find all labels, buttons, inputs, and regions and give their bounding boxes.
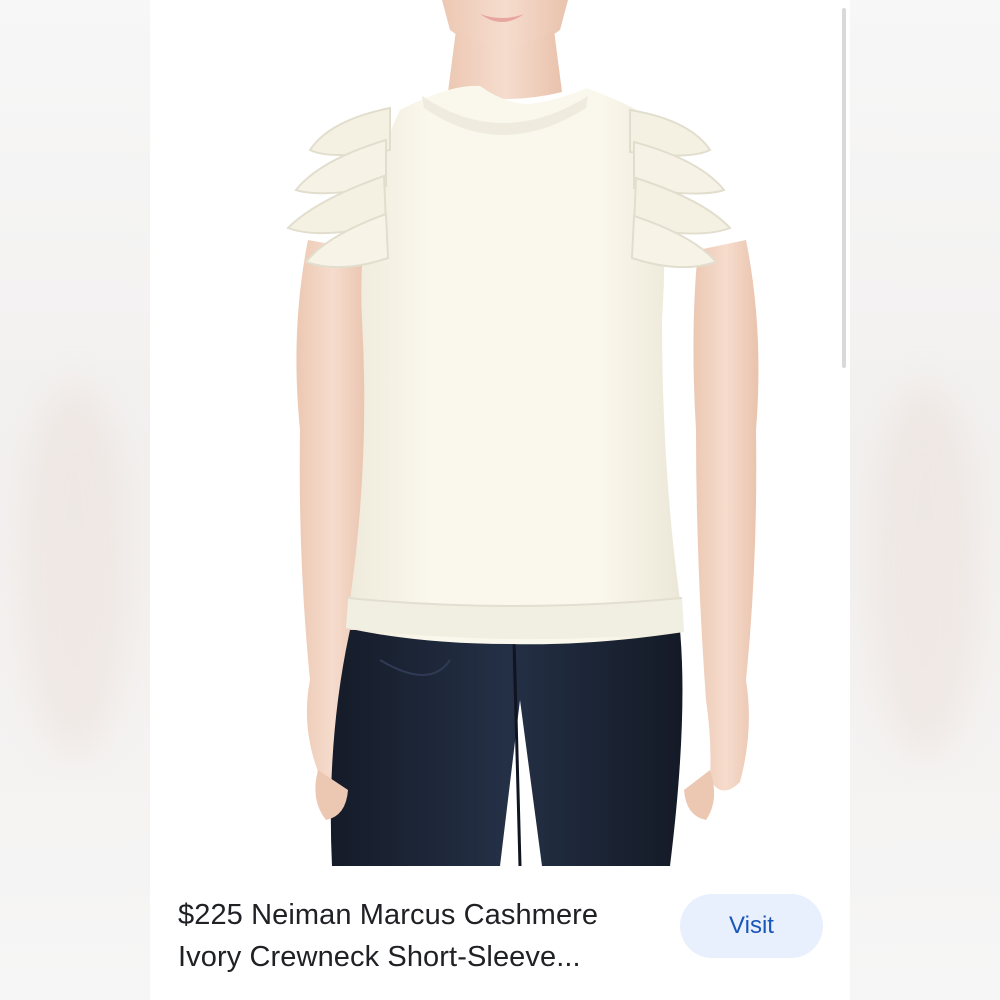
image-scrollbar[interactable]	[842, 8, 846, 368]
product-title-line-1: $225 Neiman Marcus Cashmere	[178, 899, 599, 931]
product-card[interactable]: $225 Neiman Marcus Cashmere Ivory Crewne…	[150, 0, 850, 1000]
product-image[interactable]	[150, 0, 850, 866]
product-title-line-2: Ivory Crewneck Short-Sleeve...	[178, 941, 581, 973]
model-photo-illustration	[286, 0, 759, 866]
left-blur-margin	[0, 0, 150, 1000]
left-ruffle-sleeve	[286, 106, 391, 269]
product-title[interactable]: $225 Neiman Marcus Cashmere Ivory Crewne…	[178, 894, 658, 978]
right-blur-margin	[850, 0, 1000, 1000]
visit-button[interactable]: Visit	[680, 894, 823, 958]
product-caption: $225 Neiman Marcus Cashmere Ivory Crewne…	[150, 866, 850, 1000]
right-ruffle-sleeve	[629, 108, 732, 269]
